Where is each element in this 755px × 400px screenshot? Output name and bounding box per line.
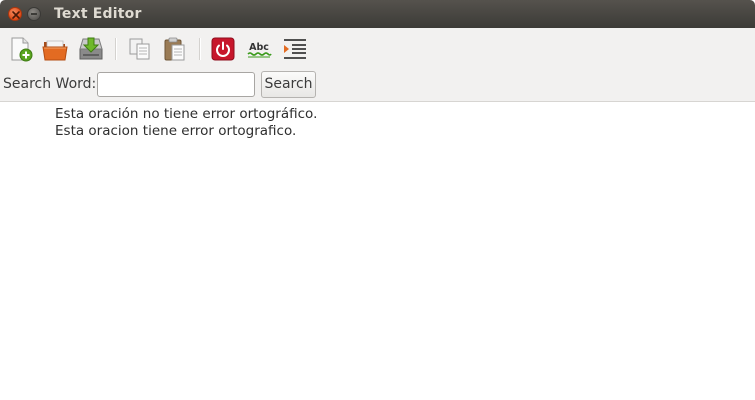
open-file-button[interactable] bbox=[41, 35, 69, 63]
close-window-button[interactable] bbox=[8, 7, 22, 21]
new-document-icon bbox=[11, 37, 33, 62]
save-download-icon bbox=[79, 37, 103, 60]
editor-line: Esta oracion tiene error ortografico. bbox=[55, 123, 297, 139]
toolbar-separator bbox=[199, 38, 200, 60]
copy-button[interactable] bbox=[126, 35, 154, 63]
toolbar-separator bbox=[115, 38, 116, 60]
quit-button[interactable] bbox=[209, 35, 237, 63]
minimize-icon bbox=[31, 13, 37, 15]
search-input[interactable] bbox=[97, 72, 255, 97]
text-editor-area[interactable]: Esta oración no tiene error ortográfico.… bbox=[0, 102, 755, 400]
title-bar: Text Editor bbox=[0, 0, 755, 28]
editor-line: Esta oración no tiene error ortográfico. bbox=[55, 106, 318, 122]
minimize-window-button[interactable] bbox=[27, 7, 41, 21]
paste-icon bbox=[164, 37, 185, 61]
indent-button[interactable] bbox=[281, 35, 309, 63]
indent-icon bbox=[284, 39, 306, 59]
spell-check-button[interactable]: Abc bbox=[245, 35, 273, 63]
spellcheck-abc-icon: Abc bbox=[247, 42, 272, 58]
save-file-button[interactable] bbox=[77, 35, 105, 63]
toolbar: Abc bbox=[0, 28, 755, 70]
folder-open-icon bbox=[42, 40, 68, 61]
copy-icon bbox=[129, 38, 150, 60]
paste-button[interactable] bbox=[161, 35, 189, 63]
spellcheck-icon-text: Abc bbox=[249, 42, 269, 53]
power-icon bbox=[211, 37, 235, 61]
close-icon bbox=[12, 11, 20, 19]
search-bar: Search Word: Search bbox=[0, 70, 755, 102]
window-title: Text Editor bbox=[54, 6, 142, 22]
new-file-button[interactable] bbox=[6, 35, 34, 63]
search-button[interactable]: Search bbox=[261, 71, 316, 98]
search-word-label: Search Word: bbox=[3, 76, 97, 92]
